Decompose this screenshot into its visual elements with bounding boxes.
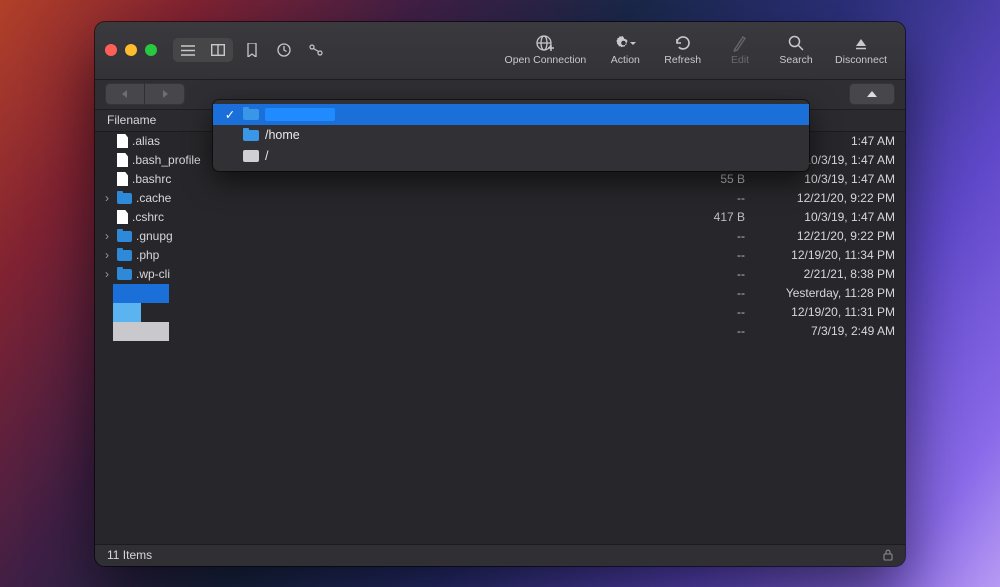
search-label: Search [779, 54, 812, 66]
checkmark-icon: ✓ [223, 107, 237, 122]
file-name: .bashrc [132, 172, 685, 186]
app-window: Open Connection Action Refresh Edit Sear… [95, 22, 905, 566]
titlebar: Open Connection Action Refresh Edit Sear… [95, 22, 905, 80]
file-row[interactable]: --12/19/20, 11:31 PM [95, 303, 905, 322]
file-row[interactable]: › .gnupg--12/21/20, 9:22 PM [95, 227, 905, 246]
folder-icon [243, 109, 259, 120]
status-bar: 11 Items [95, 544, 905, 566]
file-size: -- [685, 286, 745, 300]
item-count-label: 11 Items [107, 548, 152, 562]
file-icon [117, 153, 128, 167]
history-nav [105, 83, 185, 105]
search-button[interactable]: Search [771, 34, 821, 66]
transfers-icon[interactable] [303, 38, 329, 62]
file-row[interactable]: .bashrc55 B10/3/19, 1:47 AM [95, 170, 905, 189]
view-mode-toggle[interactable] [173, 38, 233, 62]
file-size: -- [685, 324, 745, 338]
path-label: /home [265, 128, 300, 142]
redacted-filename [113, 284, 169, 303]
path-label: / [265, 149, 268, 163]
file-modified: 2/21/21, 8:38 PM [745, 267, 905, 281]
path-dropdown[interactable]: ✓ /home / [213, 100, 809, 171]
file-modified: 12/19/20, 11:34 PM [745, 248, 905, 262]
redacted-filename [113, 303, 169, 322]
file-modified: 12/21/20, 9:22 PM [745, 191, 905, 205]
lock-icon [883, 549, 893, 561]
file-icon [117, 172, 128, 186]
file-modified: 7/3/19, 2:49 AM [745, 324, 905, 338]
close-window-button[interactable] [105, 44, 117, 56]
file-size: 417 B [685, 210, 745, 224]
file-modified: Yesterday, 11:28 PM [745, 286, 905, 300]
open-connection-label: Open Connection [505, 54, 587, 66]
folder-icon [117, 231, 132, 242]
file-modified: 10/3/19, 1:47 AM [745, 210, 905, 224]
refresh-button[interactable]: Refresh [656, 34, 709, 66]
open-connection-button[interactable]: Open Connection [497, 34, 595, 66]
redacted-filename [113, 322, 169, 341]
file-size: 55 B [685, 172, 745, 186]
file-row[interactable]: › .cache--12/21/20, 9:22 PM [95, 189, 905, 208]
drive-icon [243, 150, 259, 162]
path-dropdown-item[interactable]: ✓ [213, 104, 809, 125]
disclosure-triangle-icon[interactable]: › [101, 191, 113, 205]
refresh-label: Refresh [664, 54, 701, 66]
file-row[interactable]: .cshrc417 B10/3/19, 1:47 AM [95, 208, 905, 227]
file-size: -- [685, 229, 745, 243]
path-dropdown-item[interactable]: /home [213, 125, 809, 146]
edit-label: Edit [731, 54, 749, 66]
file-name: .cshrc [132, 210, 685, 224]
minimize-window-button[interactable] [125, 44, 137, 56]
file-name: .cache [136, 191, 685, 205]
file-modified: 12/21/20, 9:22 PM [745, 229, 905, 243]
folder-icon [117, 250, 132, 261]
list-view-icon[interactable] [173, 38, 203, 62]
file-modified: 10/3/19, 1:47 AM [745, 172, 905, 186]
action-button[interactable]: Action [600, 34, 650, 66]
nav-forward-button[interactable] [145, 83, 185, 105]
nav-back-button[interactable] [105, 83, 145, 105]
file-icon [117, 134, 128, 148]
file-row[interactable]: --7/3/19, 2:49 AM [95, 322, 905, 341]
bookmark-icon[interactable] [239, 38, 265, 62]
go-up-button[interactable] [849, 83, 895, 105]
file-row[interactable]: --Yesterday, 11:28 PM [95, 284, 905, 303]
folder-icon [243, 130, 259, 141]
disconnect-button[interactable]: Disconnect [827, 34, 895, 66]
file-row[interactable]: › .wp-cli--2/21/21, 8:38 PM [95, 265, 905, 284]
file-icon [117, 210, 128, 224]
zoom-window-button[interactable] [145, 44, 157, 56]
folder-icon [117, 269, 132, 280]
redacted-path [265, 108, 335, 121]
file-name: .gnupg [136, 229, 685, 243]
action-label: Action [611, 54, 640, 66]
column-view-icon[interactable] [203, 38, 233, 62]
disclosure-triangle-icon[interactable]: › [101, 229, 113, 243]
disclosure-triangle-icon[interactable]: › [101, 248, 113, 262]
file-size: -- [685, 305, 745, 319]
disclosure-triangle-icon[interactable]: › [101, 267, 113, 281]
disconnect-label: Disconnect [835, 54, 887, 66]
file-size: -- [685, 191, 745, 205]
file-modified: 12/19/20, 11:31 PM [745, 305, 905, 319]
file-name: .wp-cli [136, 267, 685, 281]
history-icon[interactable] [271, 38, 297, 62]
file-size: -- [685, 248, 745, 262]
file-list[interactable]: .alias1:47 AM.bash_profile81 B10/3/19, 1… [95, 132, 905, 544]
window-controls [105, 44, 157, 56]
folder-icon [117, 193, 132, 204]
file-row[interactable]: › .php--12/19/20, 11:34 PM [95, 246, 905, 265]
path-dropdown-item[interactable]: / [213, 146, 809, 167]
column-filename-label: Filename [107, 113, 156, 127]
edit-button: Edit [715, 34, 765, 66]
file-name: .php [136, 248, 685, 262]
file-size: -- [685, 267, 745, 281]
